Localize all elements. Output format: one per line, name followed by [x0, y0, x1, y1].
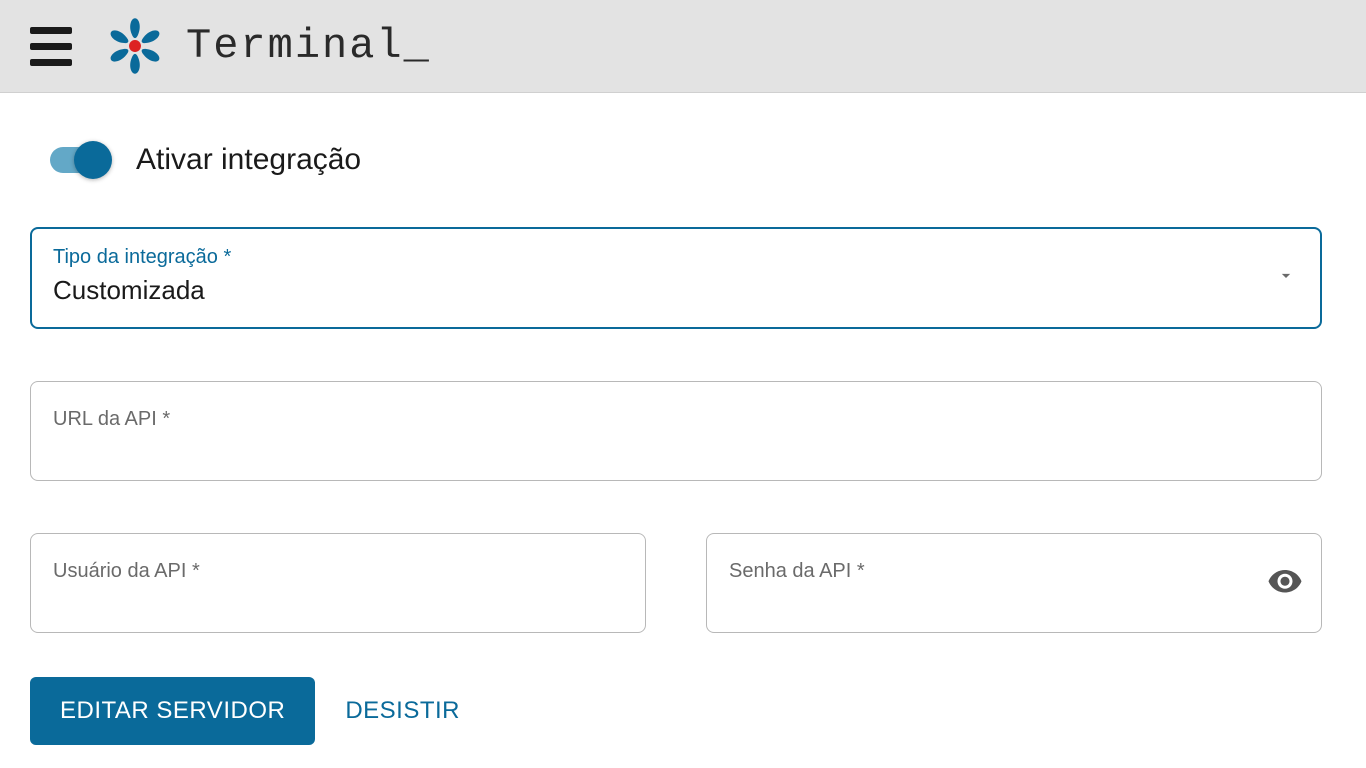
api-password-label: Senha da API *	[729, 560, 865, 583]
api-url-label: URL da API *	[53, 408, 170, 431]
edit-server-button[interactable]: EDITAR SERVIDOR	[30, 677, 315, 745]
api-user-field[interactable]: Usuário da API *	[30, 533, 646, 633]
cancel-button[interactable]: DESISTIR	[345, 697, 460, 725]
api-password-field[interactable]: Senha da API *	[706, 533, 1322, 633]
logo-group: Terminal_	[102, 13, 431, 79]
app-logo-icon	[102, 13, 168, 79]
menu-bar-icon	[30, 43, 72, 50]
app-header: Terminal_	[0, 0, 1366, 93]
menu-bar-icon	[30, 27, 72, 34]
eye-icon[interactable]	[1267, 563, 1303, 604]
integration-type-select[interactable]: Tipo da integração * Customizada	[30, 227, 1322, 329]
activate-integration-row: Ativar integração	[30, 143, 1322, 177]
chevron-down-icon	[1276, 266, 1296, 291]
menu-bar-icon	[30, 59, 72, 66]
activate-integration-label: Ativar integração	[136, 143, 361, 177]
menu-button[interactable]	[30, 27, 72, 66]
integration-type-label: Tipo da integração *	[53, 246, 1299, 269]
api-user-label: Usuário da API *	[53, 560, 200, 583]
integration-form: Ativar integração Tipo da integração * C…	[0, 93, 1352, 768]
activate-integration-toggle[interactable]	[50, 147, 106, 173]
content-scroll-area[interactable]: Ativar integração Tipo da integração * C…	[0, 93, 1366, 768]
app-title: Terminal_	[186, 22, 431, 70]
toggle-thumb-icon	[74, 141, 112, 179]
api-url-field[interactable]: URL da API *	[30, 381, 1322, 481]
form-actions: EDITAR SERVIDOR DESISTIR	[30, 677, 1322, 745]
integration-type-value: Customizada	[53, 275, 1299, 306]
